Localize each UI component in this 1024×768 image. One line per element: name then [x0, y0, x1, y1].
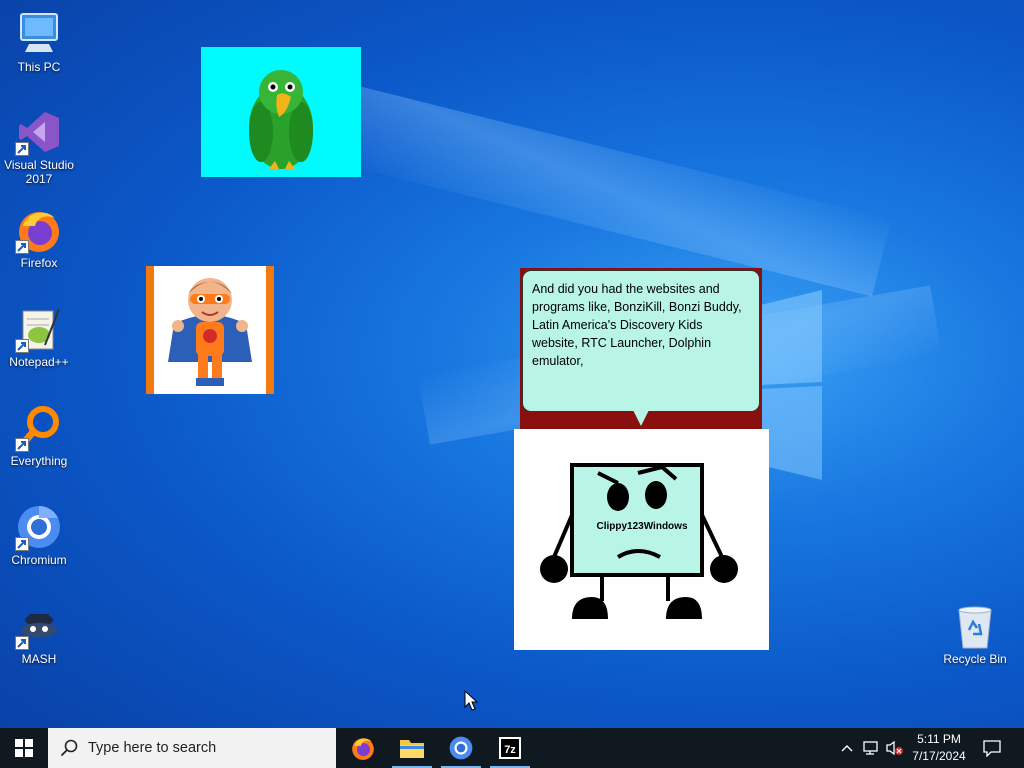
clock-date: 7/17/2024: [912, 749, 966, 763]
windows-start-icon: [15, 739, 33, 757]
notifications-button[interactable]: [978, 728, 1006, 768]
desktop-icon-chromium[interactable]: Chromium: [1, 503, 77, 567]
network-icon: [863, 741, 878, 755]
notification-center-icon: [983, 740, 1001, 757]
network-status-button[interactable]: [860, 728, 882, 768]
speech-bubble: And did you had the websites and program…: [522, 270, 760, 412]
volume-button[interactable]: [884, 728, 906, 768]
wallpaper-light-beam: [328, 83, 892, 297]
desktop-icon-everything[interactable]: Everything: [1, 404, 77, 468]
svg-text:7z: 7z: [504, 744, 516, 756]
start-button[interactable]: [0, 728, 48, 768]
desktop-icon-notepadpp[interactable]: Notepad++: [1, 305, 77, 369]
firefox-icon: [15, 206, 63, 254]
taskbar-app-file-explorer[interactable]: [388, 728, 436, 768]
desktop-icon-label: Recycle Bin: [943, 652, 1007, 666]
desktop-icon-label: Notepad++: [9, 355, 69, 369]
desktop-icon-recycle-bin[interactable]: Recycle Bin: [937, 602, 1013, 666]
taskbar-search-box[interactable]: Type here to search: [48, 728, 336, 768]
green-parrot-image: [249, 70, 313, 169]
character-name-label: Clippy123Windows: [596, 521, 688, 532]
parrot-character-window[interactable]: [201, 47, 361, 177]
visual-studio-icon: [15, 108, 63, 156]
clock-time: 5:11 PM: [917, 732, 961, 746]
cartoon-superhero-image: [168, 278, 252, 386]
desktop-icon-label: Everything: [10, 454, 68, 468]
search-icon: [60, 739, 78, 757]
chevron-up-icon: [841, 745, 853, 752]
desktop-icon-firefox[interactable]: Firefox: [1, 206, 77, 270]
everything-search-icon: [15, 404, 63, 452]
shortcut-arrow-icon: [15, 537, 29, 551]
taskbar: Type here to search 7z 5:11 PM 7/17/2024: [0, 728, 1024, 768]
chromium-icon: [15, 503, 63, 551]
angry-square-character-image: [540, 463, 738, 619]
taskbar-app-chromium[interactable]: [437, 728, 485, 768]
shortcut-arrow-icon: [15, 339, 29, 353]
search-placeholder: Type here to search: [88, 740, 217, 756]
shortcut-arrow-icon: [15, 240, 29, 254]
shortcut-arrow-icon: [15, 142, 29, 156]
desktop-icon-this-pc[interactable]: This PC: [1, 10, 77, 74]
taskbar-app-firefox[interactable]: [339, 728, 387, 768]
desktop-icon-label: Visual Studio 2017: [4, 158, 74, 186]
desktop-icon-label: MASH: [21, 652, 57, 666]
volume-muted-icon: [886, 740, 903, 756]
7zip-icon: 7z: [499, 737, 521, 759]
desktop-icon-label: Chromium: [11, 553, 67, 567]
mouse-cursor-icon: [464, 690, 478, 711]
desktop-icon-visual-studio[interactable]: Visual Studio 2017: [1, 108, 77, 186]
shortcut-arrow-icon: [15, 438, 29, 452]
shortcut-arrow-icon: [15, 636, 29, 650]
desktop-icon-label: Firefox: [20, 256, 58, 270]
speech-text: And did you had the websites and program…: [532, 282, 742, 368]
notepadpp-icon: [15, 305, 63, 353]
taskbar-app-7zip[interactable]: 7z: [486, 728, 534, 768]
superhero-picture-window[interactable]: [146, 266, 274, 394]
mash-icon: [15, 602, 63, 650]
this-pc-icon: [15, 10, 63, 58]
speech-bubble-tail: [633, 410, 649, 426]
show-hidden-icons-button[interactable]: [838, 728, 856, 768]
desktop-icon-label: This PC: [17, 60, 61, 74]
folder-icon: [400, 740, 424, 758]
desktop-icon-mash[interactable]: MASH: [1, 602, 77, 666]
recycle-bin-icon: [951, 602, 999, 650]
firefox-icon: [352, 738, 374, 760]
clippy123windows-character[interactable]: [514, 429, 769, 650]
chromium-icon: [449, 736, 473, 760]
taskbar-clock[interactable]: 5:11 PM 7/17/2024: [905, 731, 973, 765]
